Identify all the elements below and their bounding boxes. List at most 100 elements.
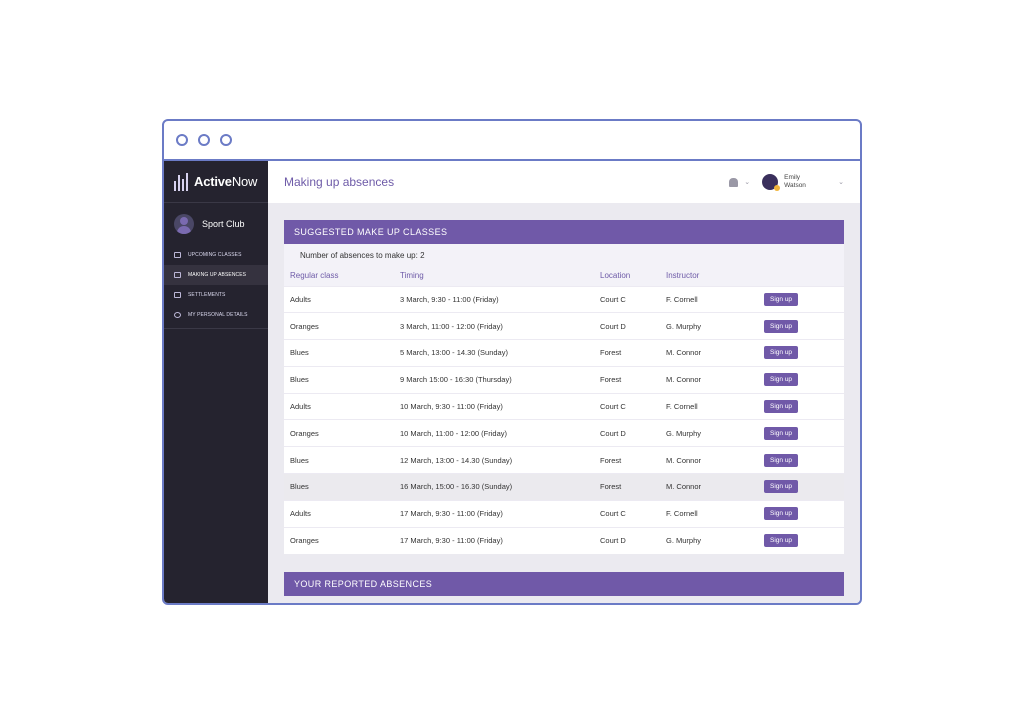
sign-up-button[interactable]: Sign up bbox=[764, 373, 799, 387]
panel-title: SUGGESTED MAKE UP CLASSES bbox=[284, 220, 844, 244]
cell-location: Court D bbox=[594, 312, 660, 340]
reported-absences-panel: YOUR REPORTED ABSENCES bbox=[284, 572, 844, 596]
window-control-dot[interactable] bbox=[220, 134, 232, 146]
sidebar-item-settlements[interactable]: SETTLEMENTS bbox=[164, 285, 268, 305]
gear-icon bbox=[174, 312, 181, 318]
brand-name: ActiveNow bbox=[194, 174, 257, 189]
sign-up-button[interactable]: Sign up bbox=[764, 400, 799, 414]
cell-timing: 17 March, 9:30 - 11:00 (Friday) bbox=[394, 499, 594, 528]
user-first-name: Emily bbox=[784, 174, 801, 181]
cell-location: Court C bbox=[594, 499, 660, 528]
suggested-classes-panel: SUGGESTED MAKE UP CLASSES Number of abse… bbox=[284, 220, 844, 554]
user-last-name: Watson bbox=[784, 182, 806, 189]
cell-instructor: F. Cornell bbox=[660, 285, 758, 313]
sign-up-button[interactable]: Sign up bbox=[764, 480, 799, 494]
cell-action: Sign up bbox=[758, 312, 844, 340]
cell-cls: Blues bbox=[284, 365, 394, 394]
cell-action: Sign up bbox=[758, 365, 844, 394]
window-control-dot[interactable] bbox=[198, 134, 210, 146]
page-title: Making up absences bbox=[284, 175, 395, 189]
table-row: Adults 17 March, 9:30 - 11:00 (Friday) Cou… bbox=[284, 499, 844, 528]
table-row: Blues 5 March, 13:00 - 14.30 (Sunday) Fore… bbox=[284, 339, 844, 367]
cell-instructor: G. Murphy bbox=[660, 419, 758, 447]
avatar[interactable] bbox=[762, 174, 781, 191]
cell-timing: 3 March, 9:30 - 11:00 (Friday) bbox=[394, 285, 594, 313]
cell-action: Sign up bbox=[758, 285, 844, 313]
cell-instructor: M. Connor bbox=[660, 365, 758, 394]
browser-window: ActiveNow Sport Club UPCOMING CLASSES MAK… bbox=[162, 119, 862, 605]
window-titlebar bbox=[164, 121, 860, 161]
absences-count: Number of absences to make up: 2 bbox=[284, 244, 844, 266]
sidebar-item-my-personal-details[interactable]: MY PERSONAL DETAILS bbox=[164, 305, 268, 325]
user-name[interactable]: Emily Watson bbox=[784, 174, 832, 190]
sign-up-button[interactable]: Sign up bbox=[764, 534, 799, 548]
cell-action: Sign up bbox=[758, 419, 844, 447]
cell-cls: Oranges bbox=[284, 312, 394, 340]
cell-instructor: F. Cornell bbox=[660, 392, 758, 420]
column-header: Timing bbox=[394, 266, 594, 286]
sidebar-item-making-up-absences[interactable]: MAKING UP ABSENCES bbox=[164, 265, 268, 285]
brand-name-bold: Active bbox=[194, 174, 232, 189]
table-row: Oranges 17 March, 9:30 - 11:00 (Friday) Co… bbox=[284, 526, 844, 554]
cell-location: Forest bbox=[594, 446, 660, 474]
cell-action: Sign up bbox=[758, 526, 844, 554]
panel-title[interactable]: YOUR REPORTED ABSENCES bbox=[284, 572, 844, 596]
app: ActiveNow Sport Club UPCOMING CLASSES MAK… bbox=[164, 161, 860, 603]
sign-up-button[interactable]: Sign up bbox=[764, 507, 799, 521]
table-row: Blues 12 March, 13:00 - 14.30 (Sunday) For… bbox=[284, 446, 844, 474]
sidebar-item-label: MY PERSONAL DETAILS bbox=[188, 312, 248, 318]
sidebar-nav: UPCOMING CLASSES MAKING UP ABSENCES SETTLE… bbox=[164, 245, 268, 325]
wallet-icon bbox=[174, 292, 181, 298]
cell-timing: 12 March, 13:00 - 14.30 (Sunday) bbox=[394, 446, 594, 474]
table-row: Adults 3 March, 9:30 - 11:00 (Friday) Cour… bbox=[284, 285, 844, 313]
sidebar-item-label: SETTLEMENTS bbox=[188, 292, 226, 298]
cell-location: Court D bbox=[594, 419, 660, 447]
sign-up-button[interactable]: Sign up bbox=[764, 453, 799, 467]
calendar-icon bbox=[174, 252, 181, 258]
cell-cls: Oranges bbox=[284, 526, 394, 554]
cell-cls: Adults bbox=[284, 499, 394, 528]
cell-timing: 3 March, 11:00 - 12:00 (Friday) bbox=[394, 312, 594, 340]
sidebar: ActiveNow Sport Club UPCOMING CLASSES MAK… bbox=[164, 161, 268, 603]
sign-up-button[interactable]: Sign up bbox=[764, 346, 799, 360]
cell-action: Sign up bbox=[758, 499, 844, 528]
sign-up-button[interactable]: Sign up bbox=[764, 426, 799, 440]
user-area: ⌄ Emily Watson ⌄ bbox=[729, 174, 844, 191]
cell-timing: 9 March 15:00 - 16:30 (Thursday) bbox=[394, 365, 594, 394]
table-header-row: Regular class Timing Location Instructor bbox=[284, 266, 844, 286]
sign-up-button[interactable]: Sign up bbox=[764, 319, 799, 333]
cell-cls: Blues bbox=[284, 473, 394, 501]
table-body: Adults 3 March, 9:30 - 11:00 (Friday) Cour… bbox=[284, 285, 844, 554]
table-row: Adults 10 March, 9:30 - 11:00 (Friday) Cou… bbox=[284, 392, 844, 420]
cell-cls: Blues bbox=[284, 339, 394, 367]
cell-instructor: G. Murphy bbox=[660, 526, 758, 554]
table-row: Blues 9 March 15:00 - 16:30 (Thursday) For… bbox=[284, 365, 844, 394]
cell-location: Forest bbox=[594, 365, 660, 394]
cell-timing: 10 March, 9:30 - 11:00 (Friday) bbox=[394, 392, 594, 420]
sidebar-item-upcoming-classes[interactable]: UPCOMING CLASSES bbox=[164, 245, 268, 265]
sidebar-item-label: UPCOMING CLASSES bbox=[188, 252, 242, 258]
cell-instructor: M. Connor bbox=[660, 339, 758, 367]
brand-logo[interactable]: ActiveNow bbox=[164, 161, 268, 203]
club-name: Sport Club bbox=[202, 219, 245, 229]
top-bar: Making up absences ⌄ Emily Watson ⌄ bbox=[268, 161, 860, 203]
main-content: Making up absences ⌄ Emily Watson ⌄ SUGG… bbox=[268, 161, 860, 603]
cell-cls: Adults bbox=[284, 285, 394, 313]
classes-table: Regular class Timing Location Instructor… bbox=[284, 266, 844, 554]
table-row: Oranges 10 March, 11:00 - 12:00 (Friday) C… bbox=[284, 419, 844, 447]
cell-location: Forest bbox=[594, 473, 660, 501]
logo-bars-icon bbox=[174, 172, 188, 191]
chevron-down-icon[interactable]: ⌄ bbox=[838, 178, 844, 186]
club-profile[interactable]: Sport Club bbox=[164, 203, 268, 245]
cell-instructor: F. Cornell bbox=[660, 499, 758, 528]
sign-up-button[interactable]: Sign up bbox=[764, 292, 799, 306]
table-row: Blues 16 March, 15:00 - 16.30 (Sunday) For… bbox=[284, 473, 844, 501]
bell-icon[interactable] bbox=[729, 177, 739, 187]
window-control-dot[interactable] bbox=[176, 134, 188, 146]
chevron-down-icon[interactable]: ⌄ bbox=[744, 178, 750, 186]
cell-location: Forest bbox=[594, 339, 660, 367]
cell-action: Sign up bbox=[758, 339, 844, 367]
cell-timing: 16 March, 15:00 - 16.30 (Sunday) bbox=[394, 473, 594, 501]
column-header-action bbox=[758, 266, 844, 286]
cell-location: Court C bbox=[594, 392, 660, 420]
